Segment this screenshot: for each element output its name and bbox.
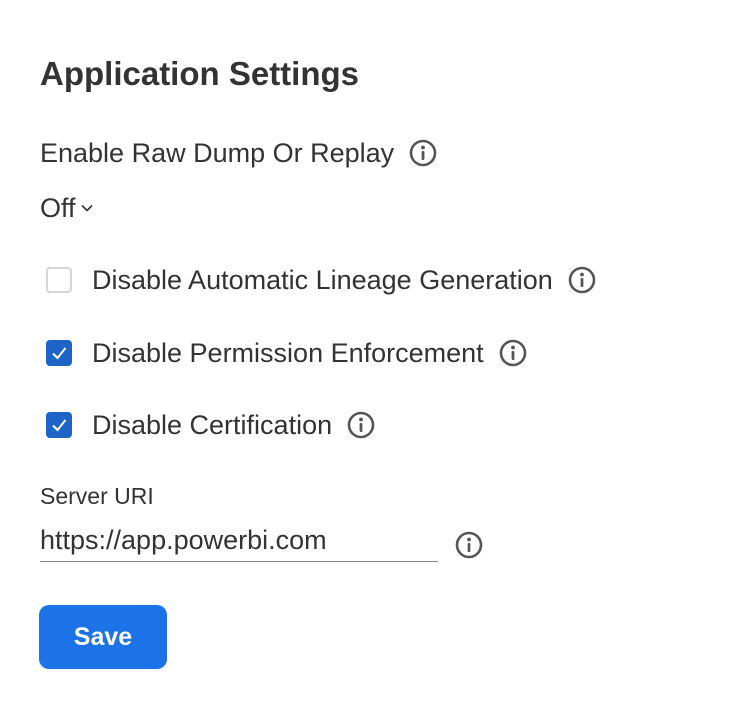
checkbox-row-certification[interactable]: Disable Certification [46,406,376,444]
raw-dump-select[interactable]: Off [40,189,94,227]
certification-checkbox[interactable] [46,412,72,438]
certification-checkbox-label: Disable Certification [92,410,333,440]
info-icon[interactable] [408,138,438,168]
raw-dump-label-row: Enable Raw Dump Or Replay [40,134,438,172]
checkbox-row-permission[interactable]: Disable Permission Enforcement [46,334,528,372]
save-button[interactable]: Save [39,605,167,669]
permission-checkbox[interactable] [46,340,72,366]
info-icon[interactable] [454,530,484,560]
info-icon[interactable] [498,338,528,368]
raw-dump-selected-value: Off [40,193,76,223]
info-icon[interactable] [346,410,376,440]
page-title: Application Settings [40,55,360,92]
check-icon [52,347,67,360]
chevron-down-icon [80,201,94,215]
check-icon [52,419,67,432]
lineage-checkbox-label: Disable Automatic Lineage Generation [92,265,553,295]
raw-dump-label: Enable Raw Dump Or Replay [40,138,395,168]
checkbox-row-lineage[interactable]: Disable Automatic Lineage Generation [46,261,597,299]
lineage-checkbox[interactable] [46,267,72,293]
permission-checkbox-label: Disable Permission Enforcement [92,338,484,368]
server-uri-label: Server URI [40,483,154,509]
server-uri-input[interactable] [40,520,438,562]
info-icon[interactable] [567,265,597,295]
